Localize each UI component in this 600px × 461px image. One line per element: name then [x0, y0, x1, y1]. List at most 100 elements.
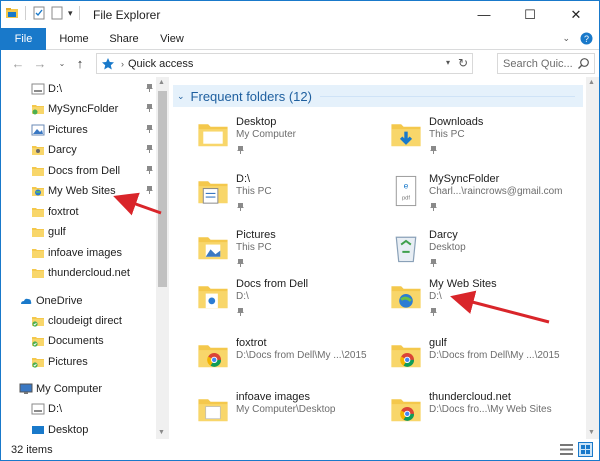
status-bar: 32 items: [1, 439, 599, 460]
nav-pane-scrollbar[interactable]: ▲ ▼: [156, 77, 169, 439]
item-count: 32 items: [11, 444, 53, 456]
scroll-down-icon[interactable]: ▼: [158, 429, 165, 436]
folder-tile-desktop[interactable]: Desktop My Computer: [196, 115, 396, 167]
folder-tile-foxtrot[interactable]: foxtrot D:\Docs from Dell\My ...\2015: [196, 336, 396, 388]
drive-icon: [31, 82, 45, 96]
pin-icon[interactable]: [236, 258, 245, 271]
nav-item-docs-from-dell[interactable]: Docs from Dell: [1, 161, 156, 181]
pin-icon[interactable]: [429, 202, 438, 215]
folder-location: This PC: [429, 129, 465, 140]
details-view-icon[interactable]: [559, 442, 574, 457]
folder-tile-d[interactable]: D:\ This PC: [196, 172, 396, 224]
folder-tile-pictures[interactable]: Pictures This PC: [196, 228, 396, 280]
folder-location: My Computer\Desktop: [236, 404, 336, 415]
address-dropdown-icon[interactable]: ▾: [446, 58, 450, 67]
tab-view[interactable]: View: [152, 28, 192, 50]
scroll-up-icon[interactable]: ▲: [158, 79, 165, 86]
folder-name: Darcy: [429, 229, 458, 241]
tiles-view-icon[interactable]: [578, 442, 593, 457]
nav-item-infoave-images[interactable]: infoave images: [1, 243, 156, 263]
nav-item-desktop[interactable]: Desktop: [1, 420, 156, 439]
nav-item-label: My Web Sites: [48, 185, 116, 197]
nav-item-thundercloud-net[interactable]: thundercloud.net: [1, 263, 156, 283]
folder-tile-gulf[interactable]: gulf D:\Docs from Dell\My ...\2015: [389, 336, 589, 388]
nav-item-label: cloudeigt direct: [48, 315, 122, 327]
nav-item-foxtrot[interactable]: foxtrot: [1, 202, 156, 222]
nav-item-mysyncfolder[interactable]: MySyncFolder: [1, 99, 156, 119]
nav-item-label: foxtrot: [48, 206, 79, 218]
pin-icon[interactable]: [429, 307, 438, 320]
nav-item-pictures[interactable]: Pictures: [1, 120, 156, 140]
desktop-folder-icon: [196, 115, 230, 153]
content-scrollbar[interactable]: ▲ ▼: [586, 77, 599, 439]
pin-icon[interactable]: [145, 165, 154, 178]
up-arrow-icon[interactable]: ↑: [71, 54, 89, 72]
pin-icon[interactable]: [145, 103, 154, 116]
forward-arrow-icon[interactable]: →: [31, 54, 49, 72]
window-title: File Explorer: [93, 8, 161, 22]
folder-name: infoave images: [236, 391, 310, 403]
pin-icon[interactable]: [145, 144, 154, 157]
folder-name: gulf: [429, 337, 447, 349]
folder-name: MySyncFolder: [429, 173, 500, 185]
breadcrumb-quick-access[interactable]: Quick access: [128, 58, 193, 70]
search-box[interactable]: Search Quic...: [497, 53, 595, 74]
folder-tile-my-web-sites[interactable]: My Web Sites D:\: [389, 277, 589, 329]
folder-tile-mysyncfolder[interactable]: e pdf MySyncFolder Charl...\raincrows@gmail…: [389, 172, 589, 224]
recent-locations-icon[interactable]: ⌄: [53, 54, 71, 72]
nav-item-label: Docs from Dell: [48, 165, 121, 177]
svg-text:e: e: [404, 181, 409, 191]
pin-icon[interactable]: [145, 83, 154, 96]
tab-home[interactable]: Home: [53, 28, 95, 50]
frequent-folders-header[interactable]: ⌄ Frequent folders (12): [173, 85, 583, 107]
tab-file[interactable]: File: [1, 28, 46, 50]
folder-tile-downloads[interactable]: Downloads This PC: [389, 115, 589, 167]
nav-item-d[interactable]: D:\: [1, 399, 156, 419]
pin-icon[interactable]: [236, 202, 245, 215]
scroll-up-icon[interactable]: ▲: [588, 79, 595, 86]
folder-tile-thundercloud-net[interactable]: thundercloud.net D:\Docs fro...\My Web Si…: [389, 390, 589, 439]
nav-item-my-computer[interactable]: My Computer: [1, 379, 156, 399]
pin-icon[interactable]: [429, 258, 438, 271]
folder-location: This PC: [236, 186, 272, 197]
folder-tile-docs-from-dell[interactable]: Docs from Dell D:\: [196, 277, 396, 329]
back-arrow-icon[interactable]: ←: [9, 54, 27, 72]
folder-location: D:\Docs fro...\My Web Sites: [429, 404, 552, 415]
pin-icon[interactable]: [145, 124, 154, 137]
pin-icon[interactable]: [236, 307, 245, 320]
nav-item-onedrive[interactable]: OneDrive: [1, 291, 156, 311]
folder-icon: [31, 225, 45, 239]
new-folder-icon[interactable]: [50, 6, 64, 20]
nav-item-my-web-sites[interactable]: My Web Sites: [1, 181, 156, 201]
properties-icon[interactable]: [32, 6, 46, 20]
pin-icon[interactable]: [429, 145, 438, 158]
collapse-chevron-icon[interactable]: ⌄: [177, 91, 185, 102]
folder-tile-infoave-images[interactable]: infoave images My Computer\Desktop: [196, 390, 396, 439]
nav-item-pictures[interactable]: Pictures: [1, 352, 156, 372]
synced-folder-icon: [31, 355, 45, 369]
pin-icon[interactable]: [145, 185, 154, 198]
pin-icon[interactable]: [236, 145, 245, 158]
quick-access-star-icon: [102, 57, 114, 69]
nav-item-d[interactable]: D:\: [1, 79, 156, 99]
nav-item-cloudeigt-direct[interactable]: cloudeigt direct: [1, 311, 156, 331]
scrollbar-thumb[interactable]: [158, 91, 167, 287]
scroll-down-icon[interactable]: ▼: [588, 429, 595, 436]
nav-item-gulf[interactable]: gulf: [1, 222, 156, 242]
expand-ribbon-icon[interactable]: ⌄: [562, 33, 570, 44]
folder-tile-darcy[interactable]: Darcy Desktop: [389, 228, 589, 280]
breadcrumb-chevron-icon[interactable]: ›: [121, 59, 124, 69]
nav-item-label: My Computer: [36, 383, 103, 395]
refresh-icon[interactable]: ↻: [458, 56, 468, 70]
help-icon[interactable]: ?: [580, 32, 593, 45]
tab-share[interactable]: Share: [103, 28, 145, 50]
close-button[interactable]: ✕: [553, 1, 599, 28]
maximize-button[interactable]: ☐: [507, 1, 553, 28]
nav-item-darcy[interactable]: Darcy: [1, 140, 156, 160]
minimize-button[interactable]: —: [461, 1, 507, 28]
customize-toolbar-icon[interactable]: ▾: [68, 8, 73, 19]
address-bar[interactable]: › Quick access ▾ ↻: [96, 53, 473, 74]
nav-item-documents[interactable]: Documents: [1, 331, 156, 351]
nav-item-label: gulf: [48, 226, 66, 238]
nav-item-label: OneDrive: [36, 295, 83, 307]
